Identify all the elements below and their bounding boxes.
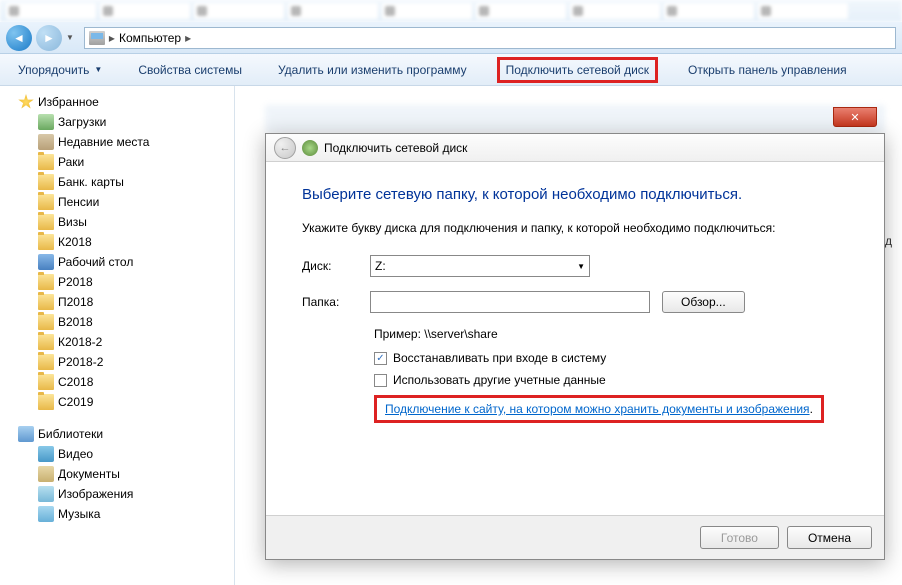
libraries-group: Библиотеки Видео Документы Изображения М… <box>0 424 234 524</box>
navigation-bar: ◄ ► ▼ ▸ Компьютер ▸ <box>0 22 902 54</box>
breadcrumb-location[interactable]: Компьютер <box>119 31 181 45</box>
folder-icon <box>38 334 54 350</box>
arrow-right-icon: ► <box>43 31 55 45</box>
sidebar-item-folder[interactable]: В2018 <box>0 312 234 332</box>
pictures-icon <box>38 486 54 502</box>
system-properties-button[interactable]: Свойства системы <box>132 59 248 81</box>
arrow-left-icon: ◄ <box>13 31 25 45</box>
background-window-title <box>265 105 885 133</box>
folder-icon <box>38 234 54 250</box>
wizard-heading: Выберите сетевую папку, к которой необхо… <box>302 186 848 203</box>
sidebar-item-folder[interactable]: П2018 <box>0 292 234 312</box>
reconnect-checkbox[interactable]: ✓ <box>374 352 387 365</box>
breadcrumb-separator: ▸ <box>109 31 115 45</box>
network-drive-icon <box>302 140 318 156</box>
breadcrumb-separator: ▸ <box>185 31 191 45</box>
libraries-icon <box>18 426 34 442</box>
documents-icon <box>38 466 54 482</box>
reconnect-label: Восстанавливать при входе в систему <box>393 351 606 365</box>
close-button[interactable]: ✕ <box>833 107 877 127</box>
explorer-toolbar: Упорядочить ▼ Свойства системы Удалить и… <box>0 54 902 86</box>
address-bar[interactable]: ▸ Компьютер ▸ <box>84 27 896 49</box>
sidebar-item-documents[interactable]: Документы <box>0 464 234 484</box>
desktop-icon <box>38 254 54 270</box>
drive-select[interactable]: Z: ▼ <box>370 255 590 277</box>
folder-icon <box>38 214 54 230</box>
map-drive-dialog: ✕ ← Подключить сетевой диск Выберите сет… <box>265 105 885 560</box>
uninstall-program-button[interactable]: Удалить или изменить программу <box>272 59 473 81</box>
folder-icon <box>38 354 54 370</box>
forward-button[interactable]: ► <box>36 25 62 51</box>
sidebar-item-pictures[interactable]: Изображения <box>0 484 234 504</box>
sidebar-item-folder[interactable]: Банк. карты <box>0 172 234 192</box>
folder-label: Папка: <box>302 295 358 309</box>
example-text: Пример: \\server\share <box>374 327 848 341</box>
cancel-button[interactable]: Отмена <box>787 526 872 549</box>
chevron-down-icon: ▼ <box>94 65 102 74</box>
sidebar-item-folder[interactable]: Раки <box>0 152 234 172</box>
favorites-group: Избранное Загрузки Недавние места Раки Б… <box>0 92 234 412</box>
sidebar-item-folder[interactable]: К2018 <box>0 232 234 252</box>
folder-icon <box>38 274 54 290</box>
folder-icon <box>38 314 54 330</box>
sidebar-item-folder[interactable]: Р2018-2 <box>0 352 234 372</box>
history-dropdown-icon[interactable]: ▼ <box>66 33 74 42</box>
sidebar-item-desktop[interactable]: Рабочий стол <box>0 252 234 272</box>
sidebar-item-recent[interactable]: Недавние места <box>0 132 234 152</box>
libraries-header[interactable]: Библиотеки <box>0 424 234 444</box>
folder-icon <box>38 294 54 310</box>
connect-website-link[interactable]: Подключение к сайту, на котором можно хр… <box>385 402 810 416</box>
wizard-footer: Готово Отмена <box>266 515 884 559</box>
wizard-back-button[interactable]: ← <box>274 137 296 159</box>
map-network-drive-button[interactable]: Подключить сетевой диск <box>497 57 658 83</box>
browser-tabs-strip <box>0 0 902 22</box>
wizard-titlebar: ← Подключить сетевой диск <box>266 134 884 162</box>
wizard-body: Выберите сетевую папку, к которой необхо… <box>266 162 884 447</box>
sidebar-item-folder[interactable]: К2018-2 <box>0 332 234 352</box>
browse-button[interactable]: Обзор... <box>662 291 745 313</box>
navigation-pane: Избранное Загрузки Недавние места Раки Б… <box>0 86 235 585</box>
back-button[interactable]: ◄ <box>6 25 32 51</box>
chevron-down-icon: ▼ <box>577 262 585 271</box>
sidebar-item-videos[interactable]: Видео <box>0 444 234 464</box>
drive-label: Диск: <box>302 259 358 273</box>
sidebar-item-folder[interactable]: Визы <box>0 212 234 232</box>
wizard-instruction: Укажите букву диска для подключения и па… <box>302 221 848 235</box>
recent-icon <box>38 134 54 150</box>
alt-credentials-checkbox[interactable] <box>374 374 387 387</box>
computer-icon <box>89 31 105 45</box>
open-control-panel-button[interactable]: Открыть панель управления <box>682 59 853 81</box>
organize-menu[interactable]: Упорядочить ▼ <box>12 59 108 81</box>
music-icon <box>38 506 54 522</box>
folder-icon <box>38 374 54 390</box>
folder-icon <box>38 154 54 170</box>
sidebar-item-folder[interactable]: С2019 <box>0 392 234 412</box>
sidebar-item-downloads[interactable]: Загрузки <box>0 112 234 132</box>
star-icon <box>18 94 34 110</box>
sidebar-item-folder[interactable]: Пенсии <box>0 192 234 212</box>
folder-icon <box>38 174 54 190</box>
folder-icon <box>38 194 54 210</box>
video-icon <box>38 446 54 462</box>
wizard-title-text: Подключить сетевой диск <box>324 141 467 155</box>
folder-input[interactable] <box>370 291 650 313</box>
sidebar-item-music[interactable]: Музыка <box>0 504 234 524</box>
sidebar-item-folder[interactable]: Р2018 <box>0 272 234 292</box>
wizard-window: ← Подключить сетевой диск Выберите сетев… <box>265 133 885 560</box>
downloads-icon <box>38 114 54 130</box>
alt-credentials-label: Использовать другие учетные данные <box>393 373 606 387</box>
finish-button[interactable]: Готово <box>700 526 779 549</box>
favorites-header[interactable]: Избранное <box>0 92 234 112</box>
sidebar-item-folder[interactable]: С2018 <box>0 372 234 392</box>
folder-icon <box>38 394 54 410</box>
